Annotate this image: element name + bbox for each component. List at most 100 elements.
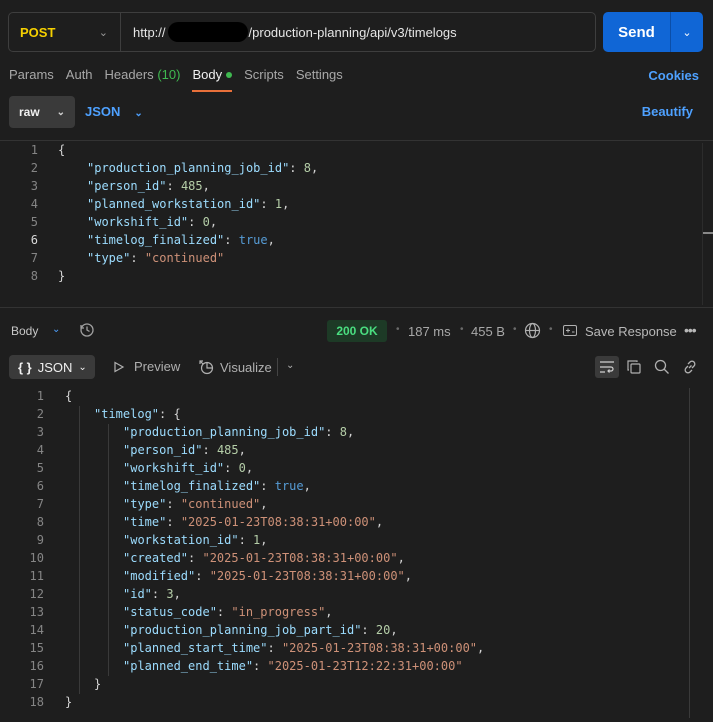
code-token: "person_id" bbox=[123, 443, 203, 457]
body-mode-select[interactable]: raw ⌄ bbox=[9, 96, 75, 128]
code-line[interactable]: "timelog_finalized": true, bbox=[87, 231, 275, 249]
tab-headers[interactable]: Headers (10) bbox=[105, 66, 181, 90]
send-button[interactable]: Send bbox=[603, 12, 671, 52]
code-token: : bbox=[195, 569, 210, 583]
send-options-chevron-icon[interactable]: ⌄ bbox=[671, 12, 703, 52]
line-number: 5 bbox=[30, 215, 38, 229]
cookies-link[interactable]: Cookies bbox=[648, 68, 699, 83]
code-token: "type" bbox=[123, 497, 167, 511]
tab-auth[interactable]: Auth bbox=[66, 66, 93, 90]
code-line[interactable]: "person_id": 485, bbox=[123, 441, 246, 459]
response-scrollbar[interactable] bbox=[689, 388, 690, 718]
search-button[interactable] bbox=[652, 357, 672, 377]
code-line[interactable]: "id": 3, bbox=[123, 585, 181, 603]
code-token: "workshift_id" bbox=[123, 461, 225, 475]
code-token: 485 bbox=[180, 179, 203, 193]
url-prefix: http:// bbox=[133, 24, 166, 40]
scroll-marker bbox=[703, 232, 713, 234]
request-editor-scrollbar[interactable] bbox=[702, 143, 713, 305]
code-line[interactable]: "timelog_finalized": true, bbox=[123, 477, 311, 495]
url-bar: POST ⌄ http:// /production-planning/api/… bbox=[8, 12, 596, 52]
code-token: : bbox=[188, 215, 203, 229]
visualize-button[interactable]: Visualize bbox=[198, 359, 272, 375]
method-select[interactable]: POST ⌄ bbox=[9, 13, 121, 51]
code-token: : bbox=[188, 551, 203, 565]
line-number: 9 bbox=[36, 533, 44, 547]
line-number: 14 bbox=[29, 623, 44, 637]
code-line[interactable]: { bbox=[65, 387, 72, 405]
code-line[interactable]: } bbox=[58, 267, 65, 285]
more-options-icon[interactable]: ••• bbox=[684, 322, 697, 338]
beautify-button[interactable]: Beautify bbox=[642, 104, 693, 119]
search-icon bbox=[654, 359, 669, 374]
code-line[interactable]: "time": "2025-01-23T08:38:31+00:00", bbox=[123, 513, 383, 531]
line-number: 7 bbox=[36, 497, 44, 511]
code-token: 485 bbox=[216, 443, 239, 457]
tab-params[interactable]: Params bbox=[9, 66, 54, 90]
code-line[interactable]: "type": "continued" bbox=[87, 249, 224, 267]
code-line[interactable]: } bbox=[65, 693, 72, 711]
line-number: 3 bbox=[36, 425, 44, 439]
code-line[interactable]: "modified": "2025-01-23T08:38:31+00:00", bbox=[123, 567, 412, 585]
response-format-select[interactable]: { } JSON ⌄ bbox=[9, 355, 95, 379]
code-token: "workstation_id" bbox=[123, 533, 239, 547]
save-response-button[interactable]: Save Response bbox=[585, 324, 677, 339]
code-line[interactable]: "workshift_id": 0, bbox=[87, 213, 217, 231]
line-number: 12 bbox=[29, 587, 44, 601]
code-line[interactable]: "production_planning_job_id": 8, bbox=[87, 159, 318, 177]
code-token: true bbox=[274, 479, 304, 493]
response-time[interactable]: 187 ms bbox=[408, 324, 451, 339]
status-badge[interactable]: 200 OK bbox=[327, 320, 387, 342]
code-token: "production_planning_job_id" bbox=[123, 425, 326, 439]
code-line[interactable]: } bbox=[94, 675, 101, 693]
indent-guide bbox=[79, 406, 80, 694]
history-icon[interactable] bbox=[79, 322, 95, 338]
separator-dot: • bbox=[549, 324, 553, 335]
code-token: "planned_workstation_id" bbox=[87, 197, 261, 211]
code-token: : bbox=[166, 179, 181, 193]
globe-icon[interactable] bbox=[524, 322, 541, 339]
code-line[interactable]: "type": "continued", bbox=[123, 495, 268, 513]
chevron-down-icon[interactable]: ⌄ bbox=[286, 360, 294, 371]
copy-button[interactable] bbox=[624, 357, 644, 377]
link-button[interactable] bbox=[680, 357, 700, 377]
code-line[interactable]: "production_planning_job_part_id": 20, bbox=[123, 621, 398, 639]
code-line[interactable]: { bbox=[58, 141, 65, 159]
tab-body[interactable]: Body bbox=[192, 66, 233, 92]
code-token: "time" bbox=[123, 515, 167, 529]
tab-body-label: Body bbox=[192, 67, 223, 82]
code-line[interactable]: "planned_end_time": "2025-01-23T12:22:31… bbox=[123, 657, 463, 675]
response-size[interactable]: 455 B bbox=[471, 324, 505, 339]
code-token: "modified" bbox=[123, 569, 196, 583]
code-line[interactable]: "created": "2025-01-23T08:38:31+00:00", bbox=[123, 549, 405, 567]
save-response-icon[interactable] bbox=[563, 325, 577, 336]
braces-icon: { } bbox=[18, 359, 32, 375]
line-number: 17 bbox=[29, 677, 44, 691]
code-token: } bbox=[94, 677, 102, 691]
code-line[interactable]: "workstation_id": 1, bbox=[123, 531, 268, 549]
code-token: "2025-01-23T08:38:31+00:00" bbox=[209, 569, 405, 583]
code-line[interactable]: "workshift_id": 0, bbox=[123, 459, 253, 477]
code-line[interactable]: "timelog": { bbox=[94, 405, 181, 423]
visualize-label: Visualize bbox=[220, 359, 272, 375]
body-format-select[interactable]: JSON ⌄ bbox=[85, 104, 143, 119]
code-line[interactable]: "person_id": 485, bbox=[87, 177, 210, 195]
line-number: 6 bbox=[30, 233, 38, 247]
code-line[interactable]: "planned_workstation_id": 1, bbox=[87, 195, 289, 213]
code-line[interactable]: "planned_start_time": "2025-01-23T08:38:… bbox=[123, 639, 484, 657]
tab-headers-label: Headers bbox=[104, 67, 154, 82]
code-token: "timelog" bbox=[94, 407, 160, 421]
tab-scripts[interactable]: Scripts bbox=[244, 66, 284, 90]
url-input[interactable]: http:// /production-planning/api/v3/time… bbox=[121, 22, 457, 42]
chevron-down-icon: ⌄ bbox=[134, 108, 143, 119]
code-token: "continued" bbox=[180, 497, 261, 511]
code-line[interactable]: "production_planning_job_id": 8, bbox=[123, 423, 354, 441]
preview-button[interactable]: Preview bbox=[113, 359, 180, 374]
tab-settings[interactable]: Settings bbox=[296, 66, 343, 90]
wrap-lines-button[interactable] bbox=[595, 356, 619, 378]
line-number: 18 bbox=[29, 695, 44, 709]
code-line[interactable]: "status_code": "in_progress", bbox=[123, 603, 333, 621]
code-token: , bbox=[325, 605, 333, 619]
chevron-down-icon[interactable]: ⌄ bbox=[52, 324, 60, 335]
response-body-label[interactable]: Body bbox=[11, 324, 38, 338]
